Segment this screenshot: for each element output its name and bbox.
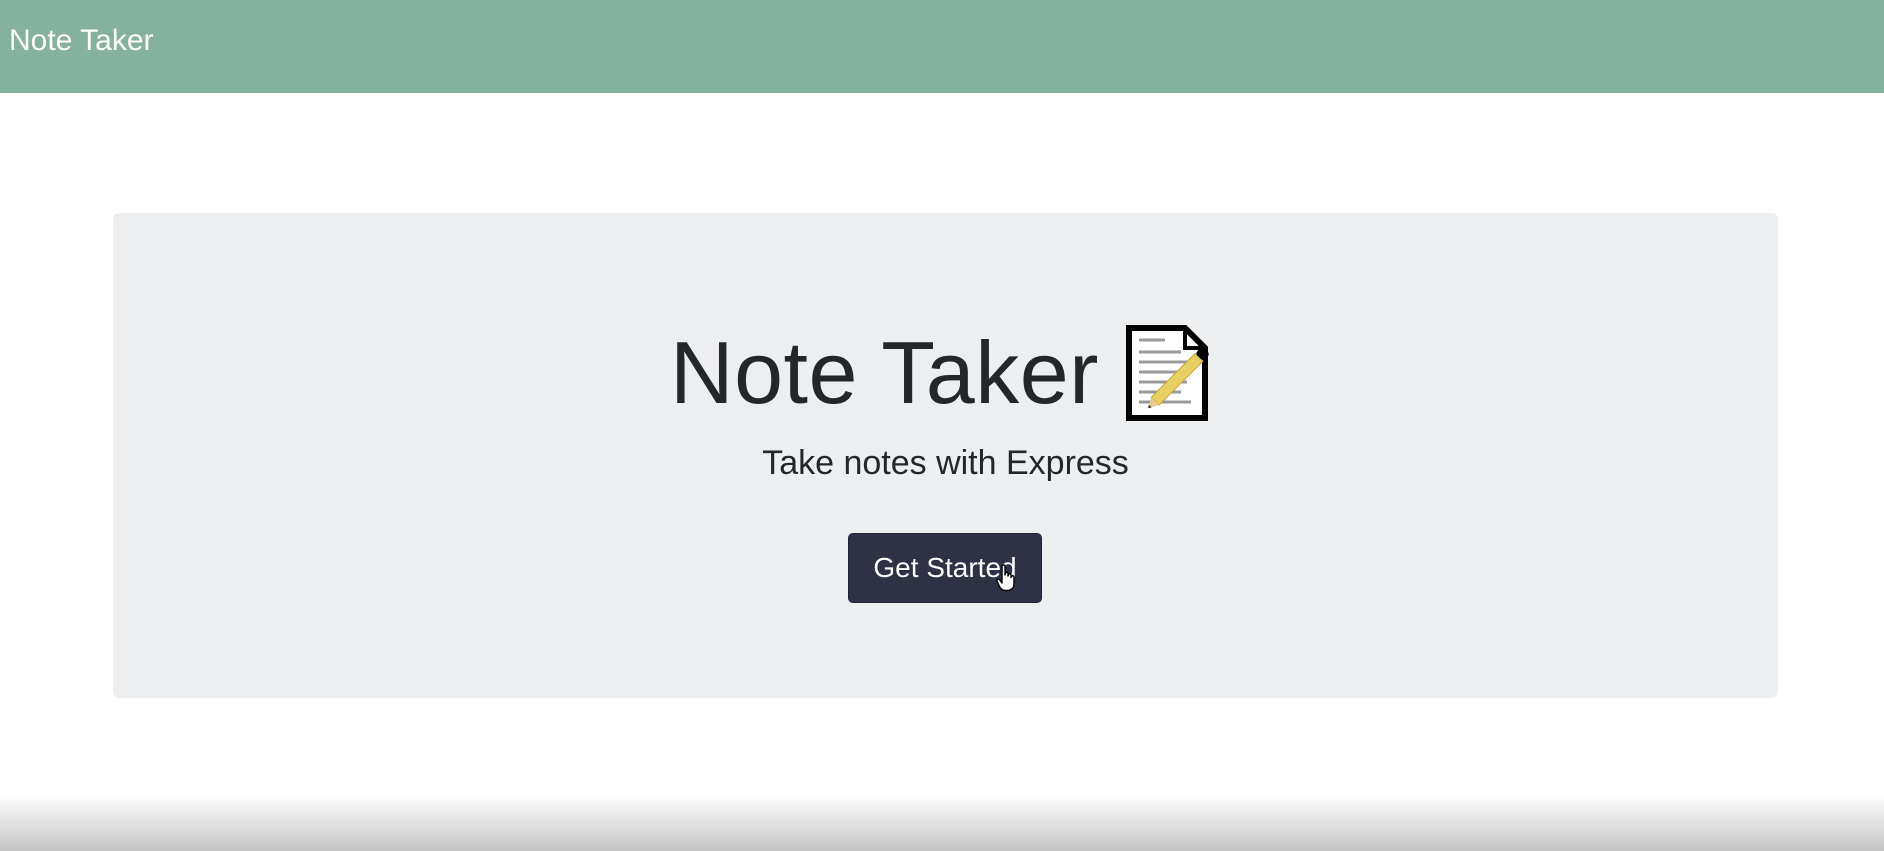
hero-panel: Note Taker Take notes with Express Get S… — [113, 213, 1778, 698]
get-started-button[interactable]: Get Started — [848, 533, 1042, 603]
page-title: Note Taker — [670, 323, 1099, 422]
hero-subtitle: Take notes with Express — [762, 444, 1129, 482]
top-navbar: Note Taker — [0, 0, 1884, 93]
navbar-brand-link[interactable]: Note Taker — [9, 22, 154, 60]
bottom-shadow — [0, 795, 1884, 851]
hero-title-row: Note Taker — [113, 318, 1778, 428]
memo-icon — [1125, 324, 1221, 422]
